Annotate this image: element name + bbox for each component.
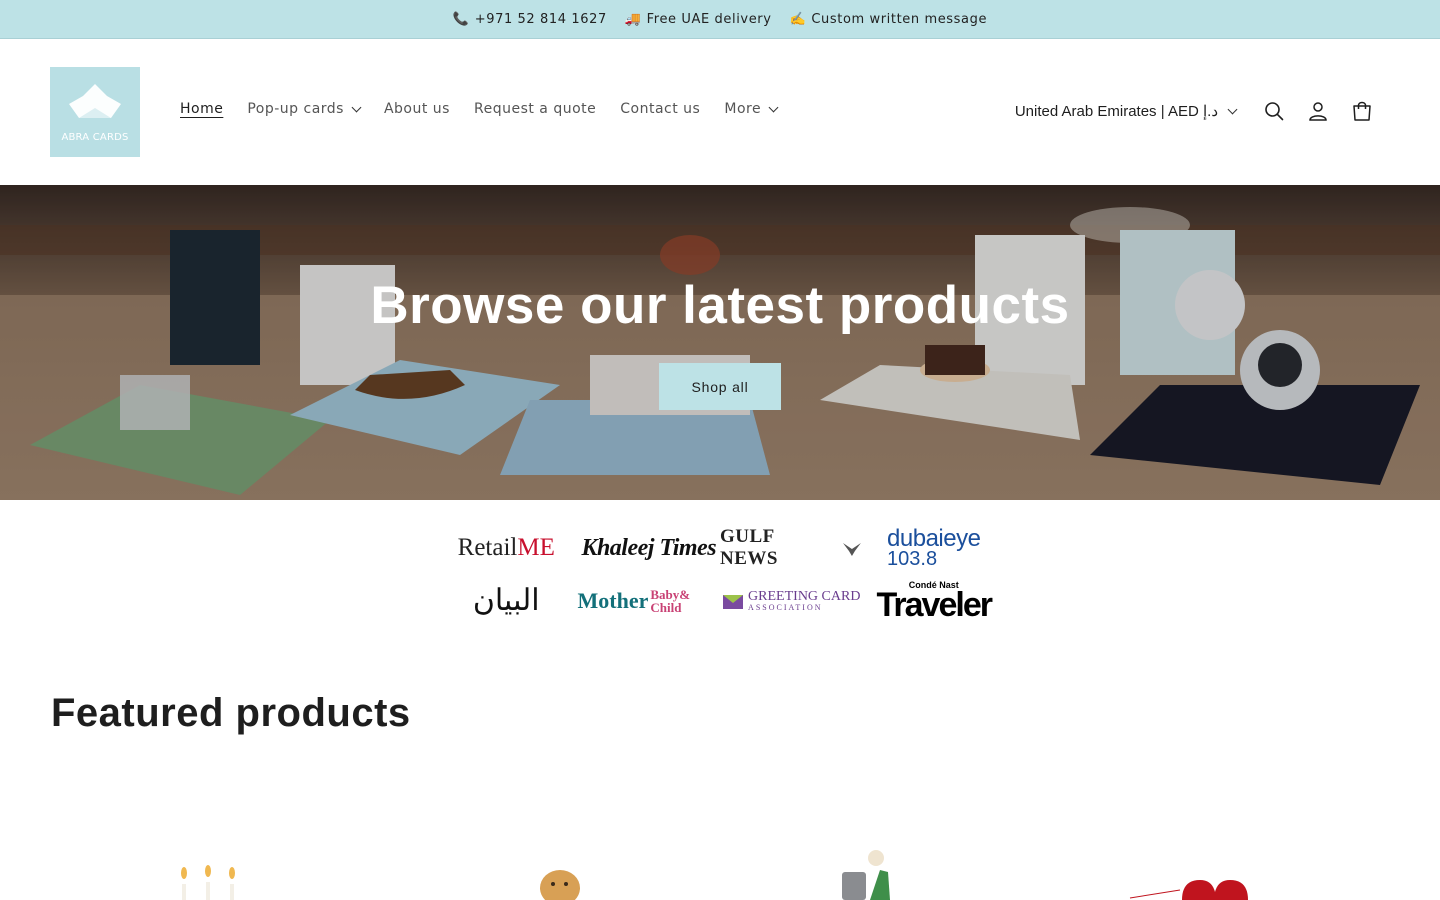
nav-home-label: Home [180, 101, 224, 117]
phone-icon: 📞 [452, 11, 470, 27]
site-header: ABRA CARDS Home Pop-up cards About us Re… [0, 39, 1440, 185]
featured-products-title: Featured products [51, 691, 411, 735]
locale-label: United Arab Emirates | AED د.إ [1014, 103, 1218, 120]
main-nav: Home Pop-up cards About us Request a quo… [180, 101, 779, 117]
product-card[interactable] [730, 800, 1050, 900]
message-text: Custom written message [811, 11, 988, 27]
press-logo-conde-nast-traveler: Condé Nast Traveler [876, 577, 993, 625]
press-logo-gulf-news: GULF NEWS [720, 524, 863, 572]
chevron-down-icon [1227, 104, 1238, 114]
header-tools: United Arab Emirates | AED د.إ [1015, 91, 1384, 131]
shop-all-button[interactable]: Shop all [659, 363, 781, 410]
me-text: ME [517, 534, 555, 562]
chevron-down-icon [351, 102, 362, 112]
dubaieye-text: dubaieye [887, 525, 981, 553]
press-logo-dubai-eye: dubaieye 103.8 [887, 524, 981, 572]
hero-banner [0, 185, 1440, 500]
product-card[interactable] [50, 800, 370, 900]
press-logo-mother-baby-child: Mother Baby& Child [578, 577, 721, 625]
announcement-delivery: 🚚 Free UAE delivery [625, 12, 772, 27]
nav-popup-cards-label: Pop-up cards [247, 101, 344, 117]
product-image-lion [540, 870, 580, 900]
cart-button[interactable] [1340, 89, 1384, 133]
retail-text: Retail [457, 534, 518, 562]
gca-title-text: GREETING CARD [748, 588, 861, 604]
product-image-candles [181, 865, 235, 900]
announcement-message: ✍️ Custom written message [790, 12, 988, 27]
account-icon [1309, 102, 1327, 121]
press-logo-al-bayan: البيان [473, 577, 540, 625]
logo-text: ABRA CARDS [61, 131, 129, 143]
product-image-hearts [1129, 880, 1248, 900]
delivery-text: Free UAE delivery [646, 11, 772, 27]
writing-hand-icon: ✍️ [789, 11, 807, 27]
hero-overlay [0, 185, 1440, 500]
product-card[interactable] [390, 800, 710, 900]
nav-contact-us[interactable]: Contact us [620, 101, 700, 117]
account-button[interactable] [1296, 89, 1340, 133]
locale-selector[interactable]: United Arab Emirates | AED د.إ [1014, 102, 1238, 120]
khaleej-times-text: Khaleej Times [581, 534, 717, 561]
brand-logo[interactable]: ABRA CARDS [50, 67, 140, 157]
phone-number: +971 52 814 1627 [474, 11, 607, 27]
frequency-text: 103.8 [887, 548, 938, 571]
nav-popup-cards[interactable]: Pop-up cards [247, 101, 362, 117]
gulf-news-text: GULF NEWS [720, 526, 778, 570]
gca-subtitle-text: ASSOCIATION [748, 602, 823, 612]
chevron-down-icon [768, 102, 779, 112]
crown-boat-icon [69, 83, 121, 118]
hero-title: Browse our latest products [370, 276, 1070, 335]
search-icon [1265, 102, 1284, 121]
press-logo-khaleej-times: Khaleej Times [581, 524, 716, 572]
cart-icon [1353, 101, 1371, 121]
product-image-champagne [842, 850, 890, 900]
announcement-bar: 📞 +971 52 814 1627 🚚 Free UAE delivery ✍… [0, 0, 1440, 39]
product-card[interactable] [1070, 800, 1390, 900]
press-logo-retail-me: Retail ME [458, 524, 555, 572]
nav-more-label: More [724, 101, 762, 117]
nav-home[interactable]: Home [180, 101, 223, 117]
mother-text: Mother [577, 587, 649, 613]
announcement-phone: 📞 +971 52 814 1627 [453, 12, 607, 27]
falcon-icon [842, 543, 861, 557]
nav-request-quote-label: Request a quote [473, 101, 597, 117]
featured-products-grid [50, 800, 1390, 900]
traveler-text: Traveler [876, 585, 993, 624]
envelope-icon [723, 594, 744, 609]
baby-child-text: Baby& Child [650, 586, 691, 615]
nav-about-us[interactable]: About us [384, 101, 450, 117]
nav-request-quote[interactable]: Request a quote [474, 101, 596, 117]
nav-contact-us-label: Contact us [620, 101, 701, 117]
press-logos: Retail ME Khaleej Times GULF NEWS dubaiey… [435, 522, 1005, 627]
truck-icon: 🚚 [624, 11, 642, 27]
nav-about-us-label: About us [383, 101, 450, 117]
press-logo-greeting-card-association: GREETING CARD ASSOCIATION [722, 577, 860, 625]
al-bayan-text: البيان [472, 583, 540, 619]
search-button[interactable] [1252, 89, 1296, 133]
nav-more[interactable]: More [724, 101, 779, 117]
